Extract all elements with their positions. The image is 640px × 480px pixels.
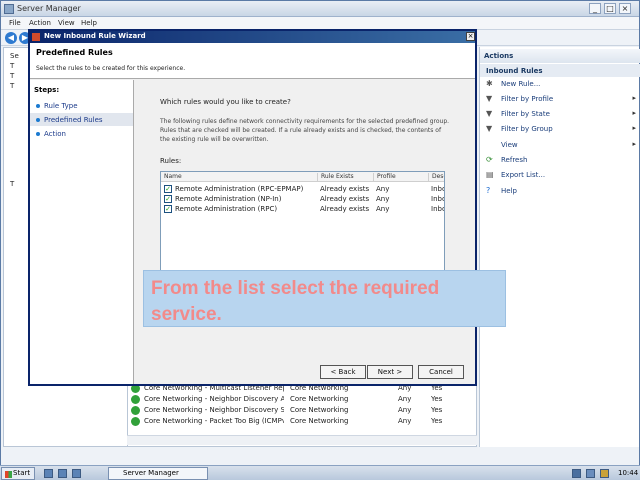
- step-predefined-rules[interactable]: Predefined Rules: [30, 113, 133, 126]
- next-button[interactable]: Next >: [367, 365, 413, 379]
- wizard-header: Predefined Rules Select the rules to be …: [30, 43, 475, 79]
- column-header-rule-exists[interactable]: Rule Exists: [318, 173, 374, 182]
- close-button[interactable]: ×: [619, 3, 631, 14]
- tutorial-callout: From the list select the required servic…: [143, 270, 506, 327]
- cancel-button[interactable]: Cancel: [418, 365, 464, 379]
- actions-header: Actions: [480, 49, 640, 63]
- chevron-right-icon: ▸: [632, 140, 636, 148]
- explorer-quicklaunch-icon[interactable]: [72, 469, 81, 478]
- start-button[interactable]: Start: [1, 467, 35, 480]
- horizontal-scrollbar[interactable]: [127, 435, 477, 445]
- wizard-title: New Inbound Rule Wizard: [44, 32, 146, 40]
- export-icon: ▤: [486, 170, 494, 179]
- enabled-check-icon: [131, 395, 140, 404]
- step-rule-type[interactable]: Rule Type: [30, 99, 133, 112]
- filter-icon: ▼: [486, 109, 493, 118]
- filter-icon: ▼: [486, 94, 493, 103]
- predefined-rules-table: Name Rule Exists Profile Desc ✓ Remote A…: [160, 171, 445, 271]
- enabled-check-icon: [131, 406, 140, 415]
- server-manager-icon: [4, 4, 14, 14]
- rule-checkbox[interactable]: ✓: [164, 205, 172, 213]
- column-header-profile[interactable]: Profile: [374, 173, 429, 182]
- actions-section-inbound-rules[interactable]: Inbound Rules: [480, 64, 640, 77]
- action-filter-by-profile[interactable]: ▼ Filter by Profile ▸: [486, 93, 636, 107]
- table-row[interactable]: Core Networking - Packet Too Big (ICMPv6…: [128, 416, 476, 427]
- menu-help[interactable]: Help: [81, 19, 97, 27]
- step-bullet-icon: [36, 118, 40, 122]
- wizard-title-bar[interactable]: New Inbound Rule Wizard ×: [30, 31, 475, 43]
- new-rule-icon: ✱: [486, 79, 493, 88]
- taskbar: Start Server Manager 10:44: [0, 465, 640, 480]
- menu-file[interactable]: File: [9, 19, 21, 27]
- step-bullet-icon: [36, 104, 40, 108]
- maximize-button[interactable]: □: [604, 3, 616, 14]
- window-title: Server Manager: [17, 4, 81, 13]
- rule-checkbox[interactable]: ✓: [164, 195, 172, 203]
- chevron-right-icon: ▸: [632, 94, 636, 102]
- chevron-right-icon: ▸: [632, 124, 636, 132]
- windows-logo-icon: [5, 471, 12, 478]
- enabled-check-icon: [131, 417, 140, 426]
- actions-pane: Actions Inbound Rules ✱ New Rule... ▼ Fi…: [479, 47, 640, 447]
- help-icon: ?: [486, 186, 491, 195]
- minimize-button[interactable]: _: [589, 3, 601, 14]
- filter-icon: ▼: [486, 124, 493, 133]
- title-bar[interactable]: Server Manager _ □ ×: [1, 1, 639, 17]
- tree-item[interactable]: Se: [10, 52, 19, 62]
- back-arrow-icon[interactable]: ◀: [5, 32, 17, 44]
- steps-title: Steps:: [34, 86, 60, 94]
- action-filter-by-group[interactable]: ▼ Filter by Group ▸: [486, 123, 636, 137]
- action-refresh[interactable]: ⟳ Refresh: [486, 154, 636, 168]
- action-filter-by-state[interactable]: ▼ Filter by State ▸: [486, 108, 636, 122]
- tree-item[interactable]: T: [10, 82, 14, 92]
- network-tray-icon[interactable]: [572, 469, 581, 478]
- callout-text: From the list select the required servic…: [151, 278, 440, 325]
- volume-tray-icon[interactable]: [586, 469, 595, 478]
- table-row[interactable]: ✓ Remote Administration (NP-In) Already …: [161, 194, 444, 204]
- rules-label: Rules:: [160, 157, 182, 165]
- table-row[interactable]: Core Networking - Neighbor Discovery Sol…: [128, 405, 476, 416]
- back-button[interactable]: < Back: [320, 365, 366, 379]
- step-bullet-icon: [36, 132, 40, 136]
- rules-description: The following rules define network conne…: [160, 118, 450, 143]
- new-inbound-rule-wizard: New Inbound Rule Wizard × Predefined Rul…: [28, 29, 477, 386]
- action-view[interactable]: View ▸: [486, 139, 636, 153]
- taskbar-server-manager[interactable]: Server Manager: [108, 467, 208, 480]
- chevron-right-icon: ▸: [632, 109, 636, 117]
- action-new-rule[interactable]: ✱ New Rule...: [486, 78, 636, 92]
- menu-action[interactable]: Action: [29, 19, 51, 27]
- step-action[interactable]: Action: [30, 127, 133, 140]
- action-help[interactable]: ? Help: [486, 185, 636, 199]
- refresh-icon: ⟳: [486, 155, 493, 164]
- powershell-quicklaunch-icon[interactable]: [58, 469, 67, 478]
- column-header-description[interactable]: Desc: [429, 173, 444, 182]
- wizard-subheading: Select the rules to be created for this …: [36, 65, 186, 72]
- table-row[interactable]: Core Networking - Neighbor Discovery Adv…: [128, 394, 476, 405]
- action-export-list[interactable]: ▤ Export List...: [486, 169, 636, 183]
- tree-item[interactable]: T: [10, 62, 14, 72]
- rules-question: Which rules would you like to create?: [160, 98, 291, 106]
- steps-pane: Steps: Rule Type Predefined Rules Action: [30, 80, 134, 384]
- wizard-heading: Predefined Rules: [36, 48, 113, 57]
- tree-item[interactable]: T: [10, 180, 14, 190]
- tree-item[interactable]: T: [10, 72, 14, 82]
- column-header-name[interactable]: Name: [161, 173, 318, 182]
- wizard-close-button[interactable]: ×: [466, 32, 475, 41]
- table-row[interactable]: ✓ Remote Administration (RPC) Already ex…: [161, 204, 444, 214]
- menu-view[interactable]: View: [58, 19, 75, 27]
- firewall-icon: [32, 33, 40, 41]
- table-row[interactable]: ✓ Remote Administration (RPC-EPMAP) Alre…: [161, 184, 444, 194]
- table-header: Name Rule Exists Profile Desc: [161, 172, 444, 182]
- rule-checkbox[interactable]: ✓: [164, 185, 172, 193]
- security-tray-icon[interactable]: [600, 469, 609, 478]
- clock: 10:44: [618, 469, 639, 477]
- server-manager-quicklaunch-icon[interactable]: [44, 469, 53, 478]
